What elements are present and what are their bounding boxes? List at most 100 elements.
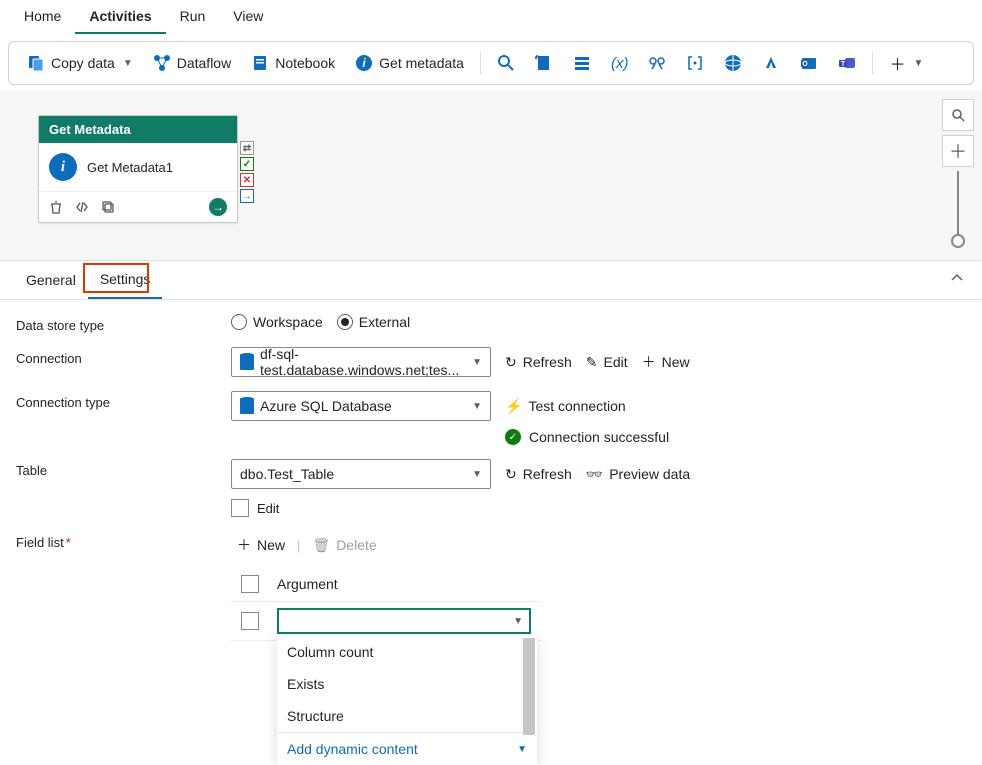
refresh-table-button[interactable]: ↻Refresh	[505, 466, 572, 483]
copy-data-label: Copy data	[51, 55, 115, 71]
notebook-icon	[251, 54, 269, 72]
edit-table-checkbox[interactable]	[231, 499, 249, 517]
refresh-icon: ↻	[505, 354, 517, 371]
top-tabs: Home Activities Run View	[0, 0, 982, 35]
get-metadata-label: Get metadata	[379, 55, 464, 71]
activity-node[interactable]: Get Metadata i Get Metadata1 →	[38, 115, 238, 223]
delete-icon[interactable]	[49, 200, 63, 214]
copy-data-icon	[27, 54, 45, 72]
preview-data-button[interactable]: 👓Preview data	[586, 466, 690, 483]
lookup-icon-button[interactable]	[640, 50, 674, 76]
svg-text:O: O	[803, 61, 809, 68]
add-activity-button[interactable]: ＋▼	[881, 47, 931, 79]
copy-icon[interactable]	[101, 200, 115, 214]
toolbar-separator	[480, 51, 481, 75]
bracket-icon-button[interactable]	[678, 50, 712, 76]
chevron-down-icon: ▼	[472, 401, 482, 412]
connection-value: df-sql-test.database.windows.net;tes...	[260, 346, 466, 378]
tab-view[interactable]: View	[219, 0, 277, 34]
copy-data-button[interactable]: Copy data ▼	[19, 50, 141, 76]
edit-checkbox-label: Edit	[257, 501, 279, 516]
row-checkbox[interactable]	[241, 612, 259, 630]
code-icon[interactable]	[75, 200, 89, 214]
refresh-connection-button[interactable]: ↻Refresh	[505, 354, 572, 371]
data-store-type-label: Data store type	[16, 314, 231, 333]
list-icon-button[interactable]	[565, 50, 599, 76]
delete-icon: 🗑	[312, 537, 330, 554]
node-connectors: ⇄ ✓ ✕ →	[240, 141, 254, 203]
collapse-panel-icon[interactable]	[950, 271, 964, 285]
pipeline-canvas[interactable]: Get Metadata i Get Metadata1 → ⇄ ✓ ✕ → ＋	[0, 91, 982, 261]
tab-home[interactable]: Home	[10, 0, 75, 34]
tab-activities[interactable]: Activities	[75, 0, 165, 34]
chevron-down-icon: ▼	[513, 616, 523, 627]
script-icon-button[interactable]	[527, 50, 561, 76]
argument-header: Argument	[277, 576, 338, 592]
panel-tabs: General Settings	[0, 261, 982, 300]
option-structure[interactable]: Structure	[277, 700, 537, 732]
preview-icon: 👓	[586, 466, 603, 483]
plus-icon: ＋	[237, 535, 251, 555]
variable-icon-button[interactable]: (x)	[603, 51, 637, 76]
refresh-icon: ↻	[505, 466, 517, 483]
run-icon[interactable]: →	[209, 198, 227, 216]
dataflow-button[interactable]: Dataflow	[145, 50, 239, 76]
notebook-label: Notebook	[275, 55, 335, 71]
edit-connection-button[interactable]: ✎Edit	[586, 354, 628, 371]
web-icon-button[interactable]	[716, 50, 750, 76]
chevron-down-icon: ▼	[517, 744, 527, 755]
settings-form: Data store type Workspace External Conne…	[0, 300, 982, 669]
connection-label: Connection	[16, 347, 231, 366]
test-connection-button[interactable]: ⚡Test connection	[505, 398, 626, 415]
select-all-checkbox[interactable]	[241, 575, 259, 593]
get-metadata-button[interactable]: i Get metadata	[347, 50, 472, 76]
new-field-button[interactable]: ＋New	[231, 531, 291, 559]
activity-header: Get Metadata	[39, 116, 237, 143]
delete-field-button[interactable]: 🗑Delete	[306, 533, 382, 558]
database-icon	[240, 398, 254, 414]
connection-type-select[interactable]: Azure SQL Database ▼	[231, 391, 491, 421]
notebook-button[interactable]: Notebook	[243, 50, 343, 76]
outlook-icon-button[interactable]: O	[792, 50, 826, 76]
tab-settings[interactable]: Settings	[88, 261, 163, 299]
tab-general[interactable]: General	[14, 262, 88, 298]
canvas-search-button[interactable]	[942, 99, 974, 131]
search-icon-button[interactable]	[489, 50, 523, 76]
connector-success-icon[interactable]: ✓	[240, 157, 254, 171]
connector-fail-icon[interactable]: ✕	[240, 173, 254, 187]
new-connection-button[interactable]: ＋New	[642, 352, 690, 372]
table-select[interactable]: dbo.Test_Table ▼	[231, 459, 491, 489]
argument-select[interactable]: ▼	[277, 608, 531, 634]
test-icon: ⚡	[505, 398, 522, 415]
option-dynamic-content[interactable]: Add dynamic content▼	[277, 732, 537, 765]
chevron-down-icon: ▼	[123, 58, 133, 69]
database-icon	[240, 354, 254, 370]
svg-text:T: T	[841, 61, 846, 68]
azure-icon-button[interactable]	[754, 50, 788, 76]
connection-type-label: Connection type	[16, 391, 231, 410]
connector-skip-icon[interactable]: ⇄	[240, 141, 254, 155]
dataflow-icon	[153, 54, 171, 72]
info-icon: i	[49, 153, 77, 181]
connection-status: ✓ Connection successful	[505, 429, 669, 445]
scrollbar[interactable]	[523, 638, 535, 735]
toolbar-separator	[872, 51, 873, 75]
option-column-count[interactable]: Column count	[277, 636, 537, 668]
chevron-down-icon: ▼	[913, 58, 923, 69]
activities-toolbar: Copy data ▼ Dataflow Notebook i Get meta…	[8, 41, 974, 85]
external-radio[interactable]: External	[337, 314, 410, 330]
edit-icon: ✎	[586, 354, 598, 371]
option-exists[interactable]: Exists	[277, 668, 537, 700]
connector-completion-icon[interactable]: →	[240, 189, 254, 203]
workspace-radio[interactable]: Workspace	[231, 314, 323, 330]
connection-type-value: Azure SQL Database	[260, 398, 392, 414]
tab-run[interactable]: Run	[166, 0, 220, 34]
zoom-slider[interactable]	[957, 171, 959, 241]
dataflow-label: Dataflow	[177, 55, 231, 71]
plus-icon: ＋	[642, 352, 656, 372]
info-icon: i	[355, 54, 373, 72]
teams-icon-button[interactable]: T	[830, 50, 864, 76]
zoom-in-button[interactable]: ＋	[942, 135, 974, 167]
success-icon: ✓	[505, 429, 521, 445]
connection-select[interactable]: df-sql-test.database.windows.net;tes... …	[231, 347, 491, 377]
